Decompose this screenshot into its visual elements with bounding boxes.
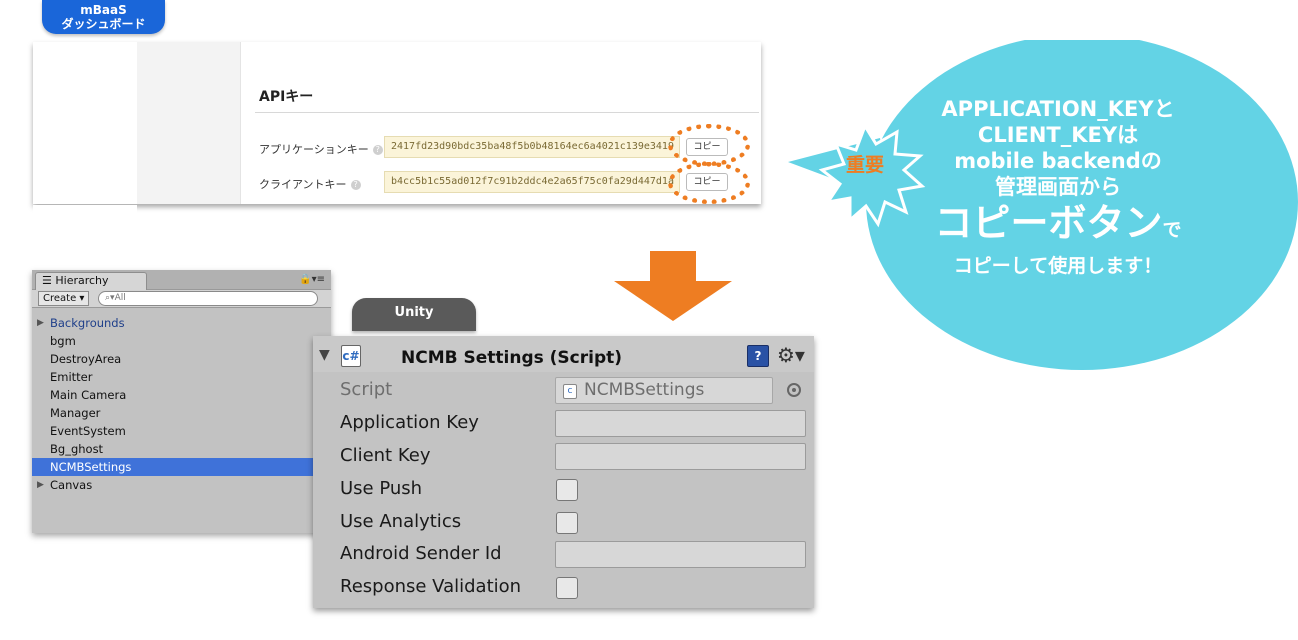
- client-key-input[interactable]: [555, 443, 806, 470]
- down-arrow-icon: [614, 251, 732, 321]
- use-analytics-checkbox[interactable]: [556, 512, 578, 534]
- hierarchy-item[interactable]: DestroyArea: [32, 350, 331, 368]
- hierarchy-item-label: bgm: [50, 334, 76, 348]
- object-picker-icon[interactable]: [787, 383, 801, 397]
- list-icon: ☰: [42, 274, 52, 287]
- search-placeholder: All: [114, 293, 126, 303]
- foldout-triangle-icon[interactable]: ▼: [319, 347, 330, 363]
- android-sender-id-label: Android Sender Id: [340, 543, 502, 564]
- copy-button-emphasis: コピーボタン: [934, 201, 1163, 245]
- hierarchy-item-label: EventSystem: [50, 424, 126, 438]
- callout-line-5-suffix: で: [1162, 219, 1182, 241]
- client-key-label: クライアントキー?: [259, 176, 361, 192]
- hierarchy-item[interactable]: bgm: [32, 332, 331, 350]
- section-divider: [255, 112, 759, 113]
- callout-text: APPLICATION_KEYと CLIENT_KEYは mobile back…: [888, 96, 1228, 279]
- inspector-panel: ▼ c# NCMB Settings (Script) ? ⚙▾ Script …: [313, 336, 814, 608]
- highlight-ring-app-copy: [668, 124, 750, 166]
- callout-line-2: CLIENT_KEYは: [977, 123, 1139, 147]
- application-key-input[interactable]: [555, 410, 806, 437]
- hierarchy-item-label: Bg_ghost: [50, 442, 104, 456]
- expand-arrow-icon[interactable]: ▶: [37, 314, 44, 332]
- app-key-field[interactable]: 2417fd23d90bdc35ba48f5b0b48164ec6a4021c1…: [384, 136, 680, 158]
- expand-arrow-icon[interactable]: ▶: [37, 476, 44, 494]
- use-push-label: Use Push: [340, 478, 423, 499]
- hierarchy-list: ▶ Backgrounds bgm DestroyArea Emitter Main Ca…: [32, 314, 331, 494]
- hierarchy-tab[interactable]: ☰ Hierarchy: [35, 272, 147, 290]
- sidebar-blank: [33, 42, 137, 204]
- badge-line-2: ダッシュボード: [61, 17, 146, 31]
- search-icon: ⌕▾: [105, 293, 115, 303]
- hierarchy-item-label: DestroyArea: [50, 352, 122, 366]
- hierarchy-tab-bar: ☰ Hierarchy 🔒▾≡: [32, 270, 331, 290]
- highlight-ring-client-copy: [668, 162, 750, 204]
- help-icon[interactable]: ?: [372, 145, 383, 155]
- mbaas-dashboard-badge: mBaaS ダッシュボード: [42, 0, 165, 34]
- hierarchy-item-label: Emitter: [50, 370, 93, 384]
- hierarchy-item-label: Backgrounds: [50, 316, 125, 330]
- callout-line-6: コピーして使用します！: [953, 255, 1163, 277]
- create-dropdown[interactable]: Create ▾: [38, 291, 90, 306]
- hierarchy-item[interactable]: Main Camera: [32, 386, 331, 404]
- android-sender-id-input[interactable]: [555, 541, 806, 568]
- hierarchy-item[interactable]: Manager: [32, 404, 331, 422]
- hierarchy-search-input[interactable]: ⌕▾All: [98, 291, 318, 306]
- application-key-label: Application Key: [340, 412, 479, 433]
- callout-line-4: 管理画面から: [995, 175, 1121, 199]
- lock-icon[interactable]: 🔒▾≡: [299, 274, 325, 285]
- hierarchy-item[interactable]: ▶ Canvas: [32, 476, 331, 494]
- script-file-icon: c: [563, 384, 577, 399]
- dropdown-caret-icon: ▾: [79, 293, 85, 304]
- hierarchy-toolbar: Create ▾ ⌕▾All: [32, 290, 331, 308]
- hierarchy-tab-label: Hierarchy: [55, 274, 109, 287]
- use-push-checkbox[interactable]: [556, 479, 578, 501]
- client-key-field[interactable]: b4cc5b1c55ad012f7c91b2ddc4e2a65f75c0fa29…: [384, 171, 680, 193]
- script-value: NCMBSettings: [584, 380, 705, 400]
- spacer-block: [33, 205, 137, 215]
- client-key-label: Client Key: [340, 445, 431, 466]
- hierarchy-item[interactable]: EventSystem: [32, 422, 331, 440]
- use-analytics-label: Use Analytics: [340, 511, 462, 532]
- response-validation-label: Response Validation: [340, 576, 522, 597]
- app-key-label-text: アプリケーションキー: [259, 143, 369, 156]
- hierarchy-item[interactable]: NCMBSettings: [32, 458, 331, 476]
- badge-line-1: mBaaS: [80, 3, 127, 17]
- hierarchy-item-label: NCMBSettings: [50, 460, 132, 474]
- create-label: Create: [43, 293, 77, 304]
- hierarchy-item-label: Main Camera: [50, 388, 127, 402]
- script-label: Script: [340, 379, 393, 400]
- help-icon[interactable]: ?: [350, 180, 361, 190]
- hierarchy-item-label: Canvas: [50, 478, 93, 492]
- hierarchy-panel: ☰ Hierarchy 🔒▾≡ Create ▾ ⌕▾All ▶ Backgrou…: [32, 270, 331, 533]
- response-validation-checkbox[interactable]: [556, 577, 578, 599]
- api-key-section-title: APIキー: [259, 89, 314, 105]
- important-label: 重要: [845, 154, 884, 176]
- dashboard-panel: APIキー アプリケーションキー? 2417fd23d90bdc35ba48f5…: [33, 42, 761, 204]
- component-header: ▼ c# NCMB Settings (Script) ? ⚙▾: [313, 336, 814, 372]
- hierarchy-item[interactable]: Emitter: [32, 368, 331, 386]
- spacer-block: [79, 215, 137, 255]
- script-object-field[interactable]: c NCMBSettings: [555, 377, 773, 404]
- callout-line-3: mobile backendの: [954, 149, 1162, 173]
- hierarchy-item[interactable]: ▶ Backgrounds: [32, 314, 331, 332]
- client-key-label-text: クライアントキー: [259, 178, 347, 191]
- app-key-label: アプリケーションキー?: [259, 141, 383, 157]
- callout-line-1: APPLICATION_KEYと: [941, 97, 1175, 121]
- unity-badge: Unity: [352, 298, 476, 331]
- hierarchy-item[interactable]: Bg_ghost: [32, 440, 331, 458]
- callout-line-5: コピーボタンで: [888, 200, 1228, 253]
- component-title: NCMB Settings (Script): [401, 348, 623, 368]
- hierarchy-item-label: Manager: [50, 406, 101, 420]
- script-component-icon[interactable]: c#: [341, 345, 361, 367]
